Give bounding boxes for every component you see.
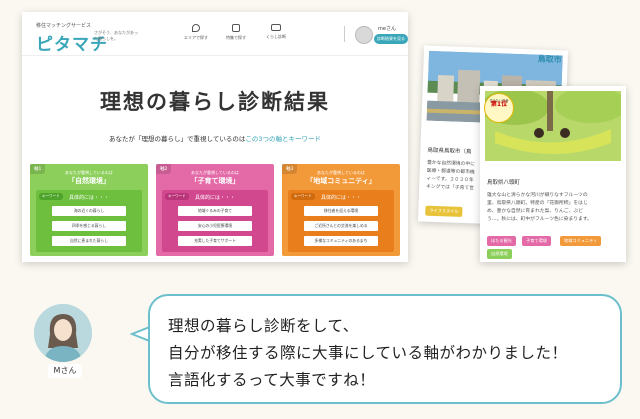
card-tag[interactable]: 子育て環境 (522, 236, 551, 246)
nav-area-search[interactable]: エリアで探す (176, 24, 216, 41)
speech-line: 自分が移住する際に大事にしている軸がわかりました！ (168, 344, 568, 362)
keyword-item: ご近所さんとの交流を楽しめる (304, 221, 378, 231)
axis-name: 「地域コミュニティ」 (306, 177, 376, 185)
badge-rank: 第1位 (490, 101, 508, 108)
logo-tagline: さがそう、あなたがあった暮らしを。 (94, 30, 138, 41)
axis-card-childcare: 軸2 あなたが重視しているのは 「子育て環境」 キーワード 具体的には・・・ 地… (156, 164, 274, 256)
axis-name: 「子育て環境」 (190, 177, 240, 185)
card-description: 雄大な山と清らかな河川が織りなすフルーツの 里、鳥取県八頭町。特産の「花御所柿」… (487, 192, 620, 224)
nav-label: くらし診断 (266, 34, 286, 39)
page-title: 理想の暮らし診断結果 (100, 90, 330, 114)
desc-line: め、豊かな自然に育まれた梨、りんご、ぶど (487, 209, 583, 214)
subtitle-highlight: この3つの軸とキーワード (245, 135, 321, 143)
woman-icon (34, 304, 92, 362)
keyword-item: 海の近くの暮らし (52, 206, 126, 216)
card-header: 鳥取市 (537, 54, 562, 65)
keyword-title: 具体的には・・・ (194, 195, 235, 201)
speaker-name: Mさん (48, 364, 82, 378)
axis-keywords: キーワード 具体的には・・・ 移住者を迎える環境 ご近所さんとの交流を楽しめる … (288, 190, 394, 252)
keyword-item: 四季を感じる暮らし (52, 221, 126, 231)
speech-bubble: 理想の暮らし診断をして、 自分が移住する際に大事にしている軸がわかりました！ 言… (148, 294, 622, 404)
card-icon (271, 24, 281, 31)
flag-icon (232, 24, 240, 32)
card-location: 鳥取県八頭町 (487, 180, 521, 186)
axis-keywords: キーワード 具体的には・・・ 海の近くの暮らし 四季を感じる暮らし 自然に恵まれ… (36, 190, 142, 252)
desc-line: 雄大な山と清らかな河川が織りなすフルーツの (487, 193, 588, 198)
card-tag[interactable]: ライフスタイル (425, 205, 463, 217)
municipality-card-yazu-town[interactable]: 住みたい田舎 第1位 鳥取県八頭町 雄大な山と清らかな河川が織りなすフルーツの … (480, 86, 626, 262)
ranking-badge: 住みたい田舎 第1位 (484, 93, 514, 123)
speech-line: 言語化するって大事ですね！ (168, 371, 376, 389)
keyword-title: 具体的には・・・ (320, 195, 361, 201)
axis-card-community: 軸3 あなたが重視しているのは 「地域コミュニティ」 キーワード 具体的には・・… (282, 164, 400, 256)
page-subtitle: あなたが「理想の暮らし」で重視しているのはこの3つの軸とキーワード (22, 133, 408, 143)
keyword-item: 自然に恵まれた暮らし (52, 236, 126, 246)
user-name: meさん (378, 26, 396, 32)
axis-card-nature: 軸1 あなたが重視しているのは 「自然環境」 キーワード 具体的には・・・ 海の… (30, 164, 148, 256)
keyword-item: 安心の小児医療環境 (178, 221, 252, 231)
desc-line: 里、鳥取県八頭町。特産の「花御所柿」をはじ (487, 201, 588, 206)
view-result-button[interactable]: 診断結果を見る (374, 34, 408, 44)
keyword-title: 具体的には・・・ (68, 195, 109, 201)
keyword-item: 多様なコミュニティのあるまち (304, 236, 378, 246)
logo-caption: 移住マッチングサービス (36, 23, 92, 29)
keyword-item: 地域ぐるみの子育て (178, 206, 252, 216)
speech-line: 理想の暮らし診断をして、 (168, 317, 359, 335)
desc-line: う…。秋には、町中がフルーツ色に染まります。 (487, 217, 592, 222)
card-tag[interactable]: 自然環境 (487, 249, 512, 259)
nav-life-diagnosis[interactable]: くらし診断 (256, 24, 296, 40)
nav-label: 特集で探す (226, 35, 246, 40)
subtitle-text: あなたが「理想の暮らし」で重視しているのは (109, 135, 246, 143)
diagnosis-result-screenshot: 移住マッチングサービス ピタマチ さがそう、あなたがあった暮らしを。 エリアで探… (22, 12, 408, 262)
card-tag[interactable]: ほたる観光 (487, 236, 516, 246)
site-header: 移住マッチングサービス ピタマチ さがそう、あなたがあった暮らしを。 エリアで探… (22, 12, 408, 56)
nav-feature-search[interactable]: 特集で探す (216, 24, 256, 41)
keyword-item: 充実した子育てサポート (178, 236, 252, 246)
user-avatar[interactable] (355, 26, 373, 44)
map-pin-icon (192, 24, 200, 32)
nav-label: エリアで探す (184, 35, 208, 40)
nav-divider (344, 26, 345, 42)
axis-keywords: キーワード 具体的には・・・ 地域ぐるみの子育て 安心の小児医療環境 充実した子… (162, 190, 268, 252)
card-tag[interactable]: 地域コミュニティ (560, 236, 602, 246)
speaker-avatar (34, 304, 92, 362)
keyword-item: 移住者を迎える環境 (304, 206, 378, 216)
axis-name: 「自然環境」 (68, 177, 110, 185)
card-location: 鳥取県鳥取市（鳥 (427, 147, 472, 156)
